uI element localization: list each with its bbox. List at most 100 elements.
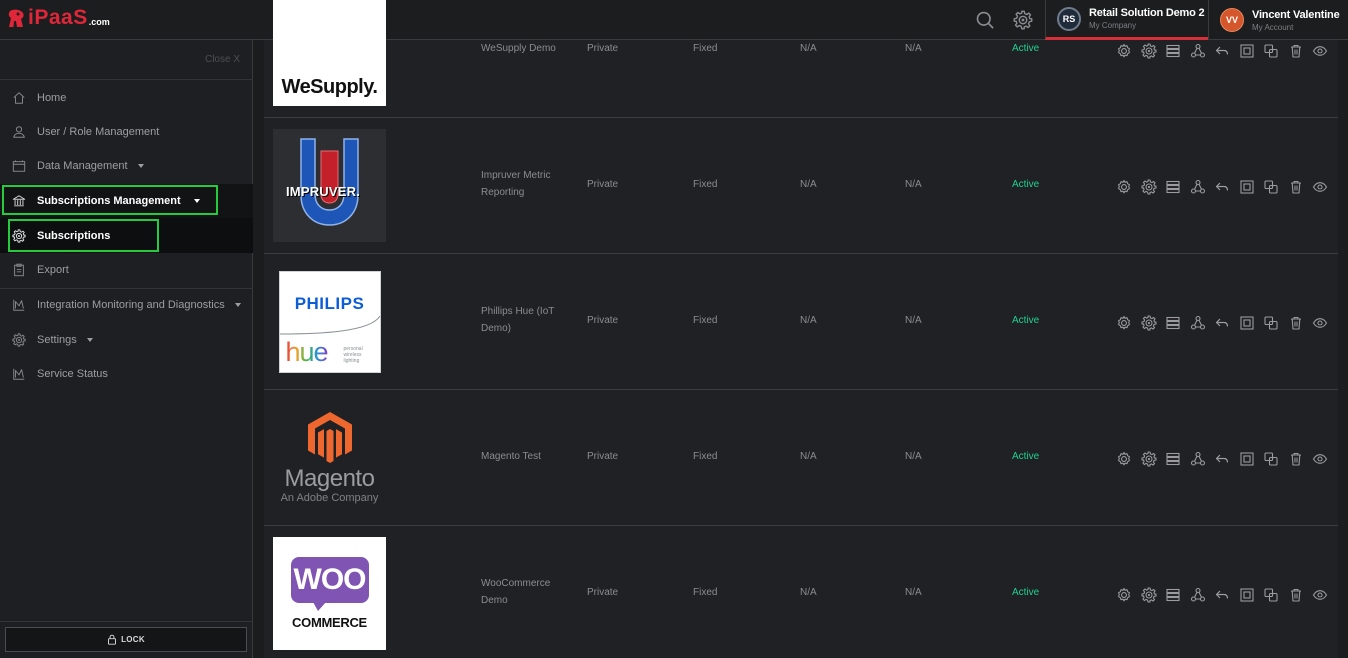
eye-icon[interactable] (1312, 451, 1328, 467)
settings-icon[interactable] (1116, 451, 1132, 467)
plan-cell: Fixed (693, 315, 718, 326)
settings-icon[interactable] (1116, 179, 1132, 195)
copy-frame-icon[interactable] (1239, 587, 1255, 603)
subscription-logo: PHILIPS hue personal wireless lighting (273, 265, 386, 378)
network-icon[interactable] (1190, 451, 1206, 467)
sidebar-item-label: Export (37, 264, 69, 276)
sidebar-item-label: Settings (37, 334, 77, 346)
chevron-down-icon (86, 338, 93, 342)
network-icon[interactable] (1190, 587, 1206, 603)
search-icon[interactable] (975, 10, 995, 30)
logo-wordmark: WOO (293, 563, 367, 596)
page-edge (1338, 40, 1348, 658)
copy-frame-icon[interactable] (1239, 179, 1255, 195)
trash-icon[interactable] (1288, 587, 1304, 603)
na-cell: N/A (905, 43, 922, 54)
plan-cell: Fixed (693, 587, 718, 598)
copy-frame-icon[interactable] (1239, 43, 1255, 59)
sidebar-item-subscriptions[interactable]: Subscriptions (0, 218, 253, 253)
trash-icon[interactable] (1288, 451, 1304, 467)
list-icon[interactable] (1165, 315, 1181, 331)
settings-icon[interactable] (1116, 587, 1132, 603)
subscription-logo: IMPRUVER. (273, 129, 386, 242)
copy-frame-icon[interactable] (1239, 451, 1255, 467)
list-icon[interactable] (1165, 587, 1181, 603)
subscription-logo: WeSupply. (273, 0, 386, 106)
subscription-row[interactable]: WOO COMMERCE WooCommerce Demo Private Fi… (264, 526, 1338, 658)
na-cell: N/A (800, 43, 817, 54)
duplicate-icon[interactable] (1263, 451, 1279, 467)
duplicate-icon[interactable] (1263, 587, 1279, 603)
row-actions (1116, 315, 1337, 331)
company-switcher[interactable]: RS Retail Solution Demo 2 My Company (1045, 0, 1208, 40)
undo-icon[interactable] (1214, 451, 1230, 467)
advanced-settings-icon[interactable] (1141, 587, 1157, 603)
subscription-row[interactable]: Magento An Adobe Company Magento Test Pr… (264, 390, 1338, 526)
advanced-settings-icon[interactable] (1141, 43, 1157, 59)
sidebar-item-export[interactable]: Export (0, 253, 253, 287)
visibility-cell: Private (587, 587, 619, 598)
eye-icon[interactable] (1312, 43, 1328, 59)
sidebar-item-integration-monitoring[interactable]: Integration Monitoring and Diagnostics (0, 288, 253, 322)
sidebar-item-user-role-management[interactable]: User / Role Management (0, 115, 253, 149)
network-icon[interactable] (1190, 315, 1206, 331)
undo-icon[interactable] (1214, 587, 1230, 603)
subscription-row[interactable]: IMPRUVER. Impruver Metric Reporting Priv… (264, 118, 1338, 254)
lock-button[interactable]: LOCK (5, 627, 247, 652)
undo-icon[interactable] (1214, 179, 1230, 195)
sidebar-item-data-management[interactable]: Data Management (0, 149, 253, 183)
undo-icon[interactable] (1214, 43, 1230, 59)
subscriptions-list: WeSupply. WeSupply Demo Private Fixed N/… (264, 0, 1338, 658)
logo-tagline: An Adobe Company (280, 492, 379, 504)
ipaas-logo[interactable]: iPaaS .com (8, 6, 110, 30)
subscription-row[interactable]: PHILIPS hue personal wireless lighting P… (264, 254, 1338, 390)
database-icon (12, 159, 26, 173)
copy-frame-icon[interactable] (1239, 315, 1255, 331)
subscription-name: Phillips Hue (IoT Demo) (481, 306, 555, 334)
close-sidebar-button[interactable]: Close X (205, 54, 240, 65)
trash-icon[interactable] (1288, 315, 1304, 331)
advanced-settings-icon[interactable] (1141, 179, 1157, 195)
chevron-down-icon (193, 199, 200, 203)
company-sub-label: My Company (1089, 21, 1137, 30)
list-icon[interactable] (1165, 43, 1181, 59)
advanced-settings-icon[interactable] (1141, 315, 1157, 331)
logo-text: iPaaS (28, 6, 88, 29)
trash-icon[interactable] (1288, 43, 1304, 59)
na-cell: N/A (800, 315, 817, 326)
list-icon[interactable] (1165, 179, 1181, 195)
advanced-settings-icon[interactable] (1141, 451, 1157, 467)
gear-icon[interactable] (1013, 10, 1033, 30)
eye-icon[interactable] (1312, 179, 1328, 195)
company-name: Retail Solution Demo 2 (1089, 7, 1205, 19)
sidebar-item-label: Home (37, 92, 67, 104)
top-bar: iPaaS .com RS Retail Solution Demo 2 My … (0, 0, 1348, 40)
row-actions (1116, 179, 1337, 195)
subscription-name: WooCommerce Demo (481, 578, 551, 606)
settings-icon[interactable] (1116, 43, 1132, 59)
duplicate-icon[interactable] (1263, 179, 1279, 195)
undo-icon[interactable] (1214, 315, 1230, 331)
gear-icon (12, 333, 26, 347)
subscription-row[interactable]: WeSupply. WeSupply Demo Private Fixed N/… (264, 0, 1338, 118)
user-account-menu[interactable]: VV Vincent Valentine My Account (1208, 0, 1348, 40)
na-cell: N/A (905, 587, 922, 598)
sidebar-item-settings[interactable]: Settings (0, 323, 253, 357)
sidebar-item-home[interactable]: Home (0, 81, 253, 115)
eye-icon[interactable] (1312, 587, 1328, 603)
network-icon[interactable] (1190, 43, 1206, 59)
sidebar-item-service-status[interactable]: Service Status (0, 357, 253, 391)
sidebar-item-subscriptions-management[interactable]: Subscriptions Management (0, 184, 253, 218)
duplicate-icon[interactable] (1263, 315, 1279, 331)
network-icon[interactable] (1190, 179, 1206, 195)
user-icon (12, 125, 26, 139)
na-cell: N/A (905, 451, 922, 462)
trash-icon[interactable] (1288, 179, 1304, 195)
list-icon[interactable] (1165, 451, 1181, 467)
settings-icon[interactable] (1116, 315, 1132, 331)
home-icon (12, 91, 26, 105)
chevron-down-icon (234, 303, 241, 307)
eye-icon[interactable] (1312, 315, 1328, 331)
duplicate-icon[interactable] (1263, 43, 1279, 59)
subscription-name: WeSupply Demo (481, 43, 556, 54)
